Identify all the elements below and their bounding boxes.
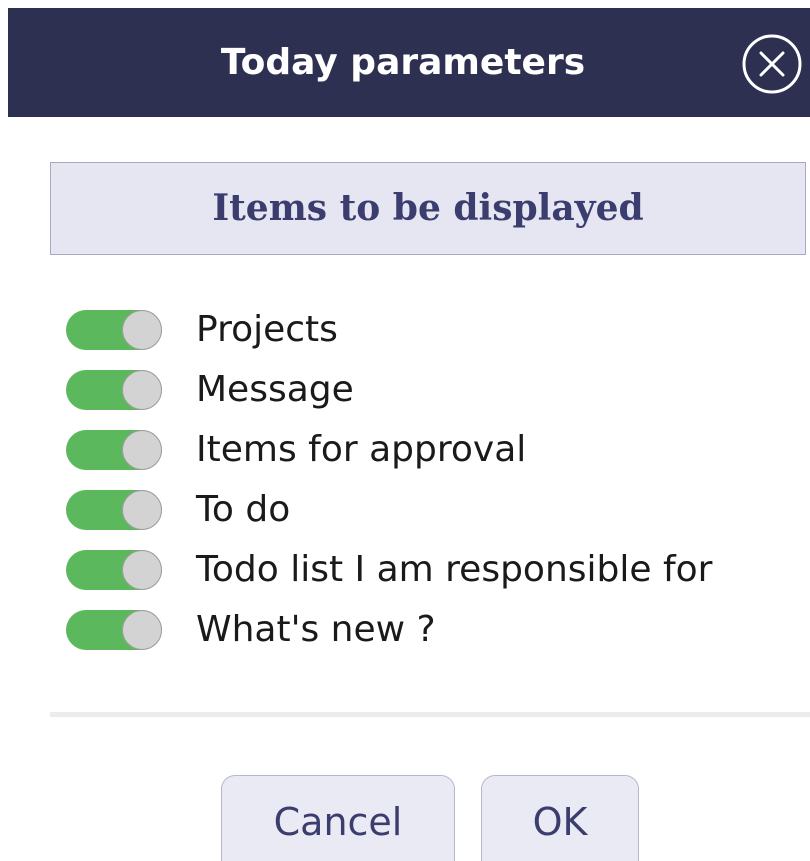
toggle-switch-whats-new[interactable]: [66, 610, 162, 650]
toggle-switch-items-for-approval[interactable]: [66, 430, 162, 470]
list-item-todo-responsible: Todo list I am responsible for: [66, 540, 810, 600]
toggle-knob: [122, 610, 162, 650]
toggle-switch-todo-responsible[interactable]: [66, 550, 162, 590]
toggle-knob: [122, 370, 162, 410]
item-label: Todo list I am responsible for: [196, 549, 713, 590]
toggle-knob: [122, 430, 162, 470]
dialog-titlebar: Today parameters: [8, 8, 810, 117]
section-header-items-to-display: Items to be displayed: [50, 162, 806, 255]
close-icon[interactable]: [741, 33, 803, 95]
toggle-knob: [122, 310, 162, 350]
item-label: Message: [196, 369, 354, 410]
toggle-switch-message[interactable]: [66, 370, 162, 410]
toggle-switch-projects[interactable]: [66, 310, 162, 350]
list-item-to-do: To do: [66, 480, 810, 540]
cancel-button[interactable]: Cancel: [221, 775, 455, 861]
toggle-knob: [122, 550, 162, 590]
list-item-message: Message: [66, 360, 810, 420]
list-item-projects: Projects: [66, 300, 810, 360]
today-parameters-dialog: Today parameters Items to be displayed P…: [0, 0, 810, 861]
item-label: What's new ?: [196, 609, 436, 650]
item-label: Items for approval: [196, 429, 527, 470]
toggle-knob: [122, 490, 162, 530]
item-label: Projects: [196, 309, 338, 350]
list-item-items-for-approval: Items for approval: [66, 420, 810, 480]
item-label: To do: [196, 489, 291, 530]
items-list: Projects Message Items for approval To d…: [66, 300, 810, 660]
dialog-title: Today parameters: [220, 42, 586, 83]
list-item-whats-new: What's new ?: [66, 600, 810, 660]
divider: [50, 712, 810, 717]
ok-button[interactable]: OK: [481, 775, 639, 861]
toggle-switch-to-do[interactable]: [66, 490, 162, 530]
